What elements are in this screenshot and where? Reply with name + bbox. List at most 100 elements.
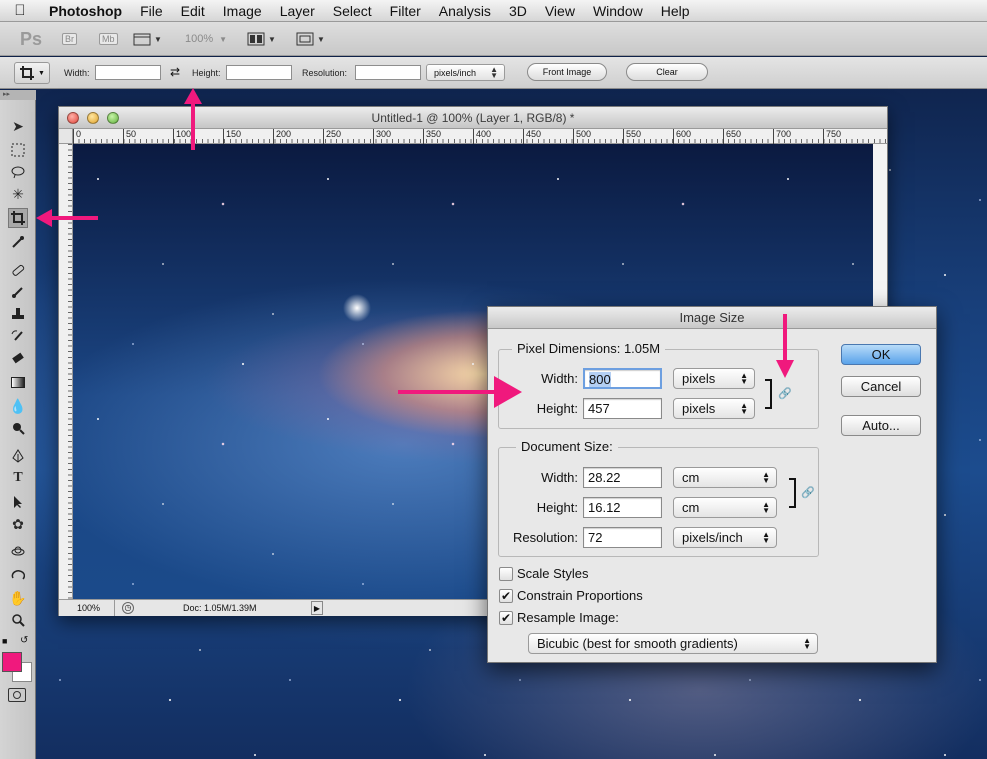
- cancel-button[interactable]: Cancel: [841, 376, 921, 397]
- panel-collapse-icon[interactable]: ▸▸: [0, 90, 36, 100]
- foreground-color-swatch[interactable]: [2, 652, 22, 672]
- zoom-tool[interactable]: [8, 610, 28, 630]
- doc-height-input[interactable]: 16.12: [583, 497, 662, 518]
- menu-file[interactable]: File: [131, 3, 172, 19]
- pixel-height-unit-select[interactable]: pixels ▲ ▼: [673, 398, 755, 419]
- dodge-tool[interactable]: [8, 418, 28, 438]
- menu-photoshop[interactable]: Photoshop: [40, 3, 131, 19]
- gradient-tool[interactable]: [8, 372, 28, 392]
- doc-width-input[interactable]: 28.22: [583, 467, 662, 488]
- menu-layer[interactable]: Layer: [271, 3, 324, 19]
- clear-button[interactable]: Clear: [626, 63, 708, 81]
- ruler-mark-label: 100: [173, 129, 191, 144]
- resolution-input[interactable]: 72: [583, 527, 662, 548]
- clone-stamp-tool[interactable]: [8, 304, 28, 324]
- marquee-icon: [11, 143, 25, 157]
- 3d-orbit-tool[interactable]: [8, 566, 28, 586]
- arrange-documents-button[interactable]: ▼: [247, 28, 276, 50]
- bandage-icon: [12, 264, 25, 276]
- scale-styles-checkbox[interactable]: [499, 567, 513, 581]
- history-brush-tool[interactable]: [8, 326, 28, 346]
- document-title-bar[interactable]: Untitled-1 @ 100% (Layer 1, RGB/8) *: [59, 107, 887, 129]
- doc-height-unit-select[interactable]: cm ▲ ▼: [673, 497, 777, 518]
- tool-preset-picker[interactable]: ▼: [14, 62, 50, 84]
- brush-tool[interactable]: [8, 282, 28, 302]
- status-zoom[interactable]: 100%: [63, 600, 115, 616]
- bridge-button[interactable]: Br: [62, 28, 77, 50]
- healing-brush-tool[interactable]: [8, 260, 28, 280]
- quick-mask-button[interactable]: [8, 688, 26, 702]
- zoom-level-select[interactable]: 100% ▼: [185, 28, 227, 50]
- document-size-label: Document Size:: [516, 439, 618, 454]
- view-extras-button[interactable]: ▼: [133, 28, 162, 50]
- 3d-rotate-tool[interactable]: [8, 542, 28, 562]
- resample-image-checkbox[interactable]: ✔: [499, 611, 513, 625]
- close-window-button[interactable]: [67, 112, 79, 124]
- resolution-unit-select[interactable]: pixels/inch ▲ ▼: [673, 527, 777, 548]
- ruler-origin[interactable]: [59, 129, 73, 144]
- pixel-width-unit-select[interactable]: pixels ▲ ▼: [673, 368, 755, 389]
- blur-tool[interactable]: 💧: [8, 396, 28, 416]
- hand-tool[interactable]: ✋: [8, 588, 28, 608]
- ruler-mark-label: 450: [523, 129, 541, 144]
- lasso-tool[interactable]: [8, 162, 28, 182]
- doc-width-unit-select[interactable]: cm ▲ ▼: [673, 467, 777, 488]
- move-tool[interactable]: ➤: [8, 116, 28, 136]
- ruler-mark-label: 350: [423, 129, 441, 144]
- marquee-tool[interactable]: [8, 140, 28, 160]
- crop-icon: [11, 211, 25, 225]
- move-icon: ➤: [12, 117, 24, 134]
- front-image-button[interactable]: Front Image: [527, 63, 607, 81]
- pixel-height-input[interactable]: 457: [583, 398, 662, 419]
- custom-shape-tool[interactable]: ✿: [8, 514, 28, 534]
- pen-tool[interactable]: [8, 446, 28, 466]
- path-selection-tool[interactable]: [8, 492, 28, 512]
- crop-tool[interactable]: [8, 208, 28, 228]
- auto-button[interactable]: Auto...: [841, 415, 921, 436]
- status-clock-icon[interactable]: ◷: [122, 602, 134, 614]
- chain-link-icon: 🔗: [778, 388, 792, 400]
- menu-filter[interactable]: Filter: [381, 3, 430, 19]
- screen-mode-button[interactable]: ▼: [296, 28, 325, 50]
- resolution-unit-select[interactable]: pixels/inch ▲ ▼: [426, 64, 505, 81]
- menu-help[interactable]: Help: [652, 3, 699, 19]
- scale-styles-label: Scale Styles: [517, 566, 589, 581]
- magic-wand-tool[interactable]: ✳: [8, 184, 28, 204]
- history-brush-icon: [11, 330, 23, 341]
- menu-edit[interactable]: Edit: [172, 3, 214, 19]
- menu-3d[interactable]: 3D: [500, 3, 536, 19]
- menu-select[interactable]: Select: [324, 3, 381, 19]
- apple-logo-icon[interactable]: : [0, 2, 40, 19]
- mini-bridge-button[interactable]: Mb: [99, 28, 118, 50]
- pixel-link-bracket: [765, 379, 772, 409]
- menu-image[interactable]: Image: [214, 3, 271, 19]
- menu-view[interactable]: View: [536, 3, 584, 19]
- eraser-tool[interactable]: [8, 348, 28, 368]
- pixel-width-value: 800: [589, 372, 611, 387]
- menu-window[interactable]: Window: [584, 3, 652, 19]
- crop-height-input[interactable]: [226, 65, 292, 80]
- type-tool[interactable]: T: [8, 468, 28, 488]
- ruler-mark-label: 250: [323, 129, 341, 144]
- eyedropper-tool[interactable]: [8, 232, 28, 252]
- status-menu-arrow-icon[interactable]: ▶: [311, 601, 323, 615]
- pixel-height-label: Height:: [536, 401, 578, 416]
- zoom-window-button[interactable]: [107, 112, 119, 124]
- tools-panel: ▸▸ ➤ ✳ 💧 T ✿ ✋ ■ ↺: [0, 90, 36, 759]
- chevron-down-icon: ▼: [154, 34, 162, 44]
- ruler-mark-label: 550: [623, 129, 641, 144]
- doc-link-bracket: [789, 478, 796, 508]
- minimize-window-button[interactable]: [87, 112, 99, 124]
- swap-colors-icon[interactable]: ↺: [20, 635, 28, 646]
- crop-resolution-input[interactable]: [355, 65, 421, 80]
- swap-dimensions-icon[interactable]: ⇄: [170, 65, 180, 79]
- resample-method-select[interactable]: Bicubic (best for smooth gradients) ▲ ▼: [528, 633, 818, 654]
- crop-width-input[interactable]: [95, 65, 161, 80]
- menu-analysis[interactable]: Analysis: [430, 3, 500, 19]
- constrain-proportions-checkbox[interactable]: ✔: [499, 589, 513, 603]
- doc-width-unit: cm: [682, 470, 700, 485]
- ok-button[interactable]: OK: [841, 344, 921, 365]
- pixel-width-input[interactable]: 800: [583, 368, 662, 389]
- doc-width-label: Width:: [541, 470, 578, 485]
- default-colors-icon[interactable]: ■: [2, 636, 7, 646]
